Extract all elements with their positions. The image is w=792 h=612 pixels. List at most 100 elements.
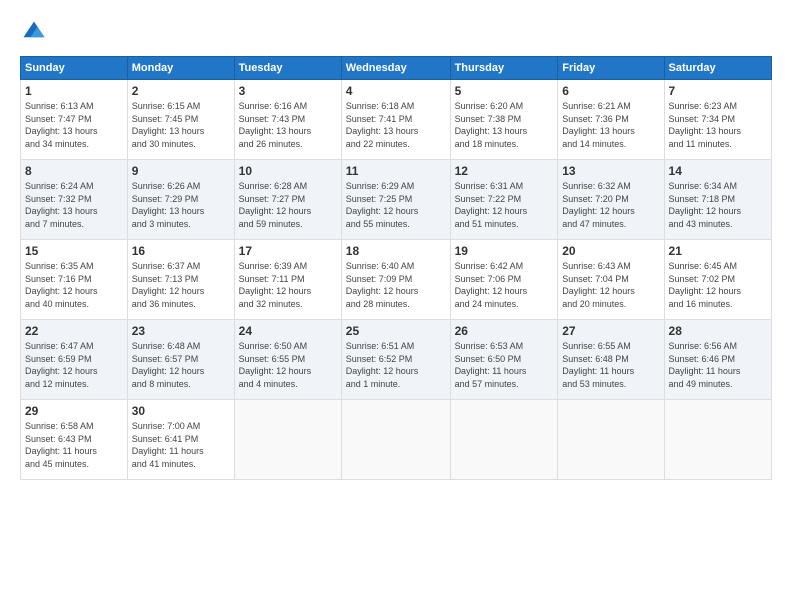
header bbox=[20, 18, 772, 46]
day-cell: 24 Sunrise: 6:50 AM Sunset: 6:55 PM Dayli… bbox=[234, 320, 341, 400]
day-number: 4 bbox=[346, 84, 446, 98]
day-number: 18 bbox=[346, 244, 446, 258]
day-cell: 29 Sunrise: 6:58 AM Sunset: 6:43 PM Dayli… bbox=[21, 400, 128, 480]
day-info: Sunrise: 6:40 AM Sunset: 7:09 PM Dayligh… bbox=[346, 260, 446, 310]
day-info: Sunrise: 6:55 AM Sunset: 6:48 PM Dayligh… bbox=[562, 340, 659, 390]
header-cell-wednesday: Wednesday bbox=[341, 57, 450, 80]
day-info: Sunrise: 6:42 AM Sunset: 7:06 PM Dayligh… bbox=[455, 260, 554, 310]
day-info: Sunrise: 6:13 AM Sunset: 7:47 PM Dayligh… bbox=[25, 100, 123, 150]
page: SundayMondayTuesdayWednesdayThursdayFrid… bbox=[0, 0, 792, 612]
day-info: Sunrise: 6:32 AM Sunset: 7:20 PM Dayligh… bbox=[562, 180, 659, 230]
day-cell: 2 Sunrise: 6:15 AM Sunset: 7:45 PM Daylig… bbox=[127, 80, 234, 160]
day-cell: 14 Sunrise: 6:34 AM Sunset: 7:18 PM Dayli… bbox=[664, 160, 771, 240]
day-cell: 22 Sunrise: 6:47 AM Sunset: 6:59 PM Dayli… bbox=[21, 320, 128, 400]
day-cell: 17Sunrise: 6:39 AM Sunset: 7:11 PM Dayli… bbox=[234, 240, 341, 320]
day-info: Sunrise: 7:00 AM Sunset: 6:41 PM Dayligh… bbox=[132, 420, 230, 470]
day-info: Sunrise: 6:39 AM Sunset: 7:11 PM Dayligh… bbox=[239, 260, 337, 310]
day-number: 5 bbox=[455, 84, 554, 98]
day-cell: 9 Sunrise: 6:26 AM Sunset: 7:29 PM Daylig… bbox=[127, 160, 234, 240]
calendar-body: 1 Sunrise: 6:13 AM Sunset: 7:47 PM Daylig… bbox=[21, 80, 772, 480]
day-cell: 25Sunrise: 6:51 AM Sunset: 6:52 PM Dayli… bbox=[341, 320, 450, 400]
week-row-1: 1 Sunrise: 6:13 AM Sunset: 7:47 PM Daylig… bbox=[21, 80, 772, 160]
day-number: 15 bbox=[25, 244, 123, 258]
week-row-4: 22 Sunrise: 6:47 AM Sunset: 6:59 PM Dayli… bbox=[21, 320, 772, 400]
day-number: 26 bbox=[455, 324, 554, 338]
day-number: 11 bbox=[346, 164, 446, 178]
day-cell bbox=[558, 400, 664, 480]
day-cell: 6 Sunrise: 6:21 AM Sunset: 7:36 PM Daylig… bbox=[558, 80, 664, 160]
header-cell-friday: Friday bbox=[558, 57, 664, 80]
day-number: 1 bbox=[25, 84, 123, 98]
day-info: Sunrise: 6:53 AM Sunset: 6:50 PM Dayligh… bbox=[455, 340, 554, 390]
day-number: 21 bbox=[669, 244, 767, 258]
day-cell: 1 Sunrise: 6:13 AM Sunset: 7:47 PM Daylig… bbox=[21, 80, 128, 160]
day-number: 25 bbox=[346, 324, 446, 338]
day-info: Sunrise: 6:15 AM Sunset: 7:45 PM Dayligh… bbox=[132, 100, 230, 150]
header-cell-sunday: Sunday bbox=[21, 57, 128, 80]
day-info: Sunrise: 6:34 AM Sunset: 7:18 PM Dayligh… bbox=[669, 180, 767, 230]
day-number: 23 bbox=[132, 324, 230, 338]
day-info: Sunrise: 6:58 AM Sunset: 6:43 PM Dayligh… bbox=[25, 420, 123, 470]
day-cell: 21 Sunrise: 6:45 AM Sunset: 7:02 PM Dayli… bbox=[664, 240, 771, 320]
day-cell: 23 Sunrise: 6:48 AM Sunset: 6:57 PM Dayli… bbox=[127, 320, 234, 400]
day-info: Sunrise: 6:45 AM Sunset: 7:02 PM Dayligh… bbox=[669, 260, 767, 310]
day-number: 2 bbox=[132, 84, 230, 98]
day-number: 20 bbox=[562, 244, 659, 258]
day-number: 3 bbox=[239, 84, 337, 98]
day-info: Sunrise: 6:48 AM Sunset: 6:57 PM Dayligh… bbox=[132, 340, 230, 390]
day-info: Sunrise: 6:28 AM Sunset: 7:27 PM Dayligh… bbox=[239, 180, 337, 230]
day-info: Sunrise: 6:18 AM Sunset: 7:41 PM Dayligh… bbox=[346, 100, 446, 150]
logo-icon bbox=[20, 18, 48, 46]
day-cell: 11Sunrise: 6:29 AM Sunset: 7:25 PM Dayli… bbox=[341, 160, 450, 240]
day-number: 29 bbox=[25, 404, 123, 418]
header-cell-saturday: Saturday bbox=[664, 57, 771, 80]
day-number: 6 bbox=[562, 84, 659, 98]
day-cell bbox=[234, 400, 341, 480]
day-info: Sunrise: 6:21 AM Sunset: 7:36 PM Dayligh… bbox=[562, 100, 659, 150]
day-info: Sunrise: 6:26 AM Sunset: 7:29 PM Dayligh… bbox=[132, 180, 230, 230]
day-info: Sunrise: 6:20 AM Sunset: 7:38 PM Dayligh… bbox=[455, 100, 554, 150]
day-number: 27 bbox=[562, 324, 659, 338]
day-number: 14 bbox=[669, 164, 767, 178]
calendar-table: SundayMondayTuesdayWednesdayThursdayFrid… bbox=[20, 56, 772, 480]
day-info: Sunrise: 6:43 AM Sunset: 7:04 PM Dayligh… bbox=[562, 260, 659, 310]
day-number: 30 bbox=[132, 404, 230, 418]
day-info: Sunrise: 6:24 AM Sunset: 7:32 PM Dayligh… bbox=[25, 180, 123, 230]
day-cell: 15 Sunrise: 6:35 AM Sunset: 7:16 PM Dayli… bbox=[21, 240, 128, 320]
day-cell bbox=[341, 400, 450, 480]
day-number: 28 bbox=[669, 324, 767, 338]
day-cell bbox=[664, 400, 771, 480]
week-row-5: 29 Sunrise: 6:58 AM Sunset: 6:43 PM Dayli… bbox=[21, 400, 772, 480]
day-number: 13 bbox=[562, 164, 659, 178]
day-info: Sunrise: 6:31 AM Sunset: 7:22 PM Dayligh… bbox=[455, 180, 554, 230]
header-cell-monday: Monday bbox=[127, 57, 234, 80]
day-number: 8 bbox=[25, 164, 123, 178]
week-row-2: 8 Sunrise: 6:24 AM Sunset: 7:32 PM Daylig… bbox=[21, 160, 772, 240]
week-row-3: 15 Sunrise: 6:35 AM Sunset: 7:16 PM Dayli… bbox=[21, 240, 772, 320]
day-info: Sunrise: 6:56 AM Sunset: 6:46 PM Dayligh… bbox=[669, 340, 767, 390]
day-cell: 12Sunrise: 6:31 AM Sunset: 7:22 PM Dayli… bbox=[450, 160, 558, 240]
day-cell: 19 Sunrise: 6:42 AM Sunset: 7:06 PM Dayli… bbox=[450, 240, 558, 320]
header-cell-thursday: Thursday bbox=[450, 57, 558, 80]
day-number: 22 bbox=[25, 324, 123, 338]
day-number: 9 bbox=[132, 164, 230, 178]
day-number: 24 bbox=[239, 324, 337, 338]
day-info: Sunrise: 6:37 AM Sunset: 7:13 PM Dayligh… bbox=[132, 260, 230, 310]
day-cell bbox=[450, 400, 558, 480]
day-cell: 5 Sunrise: 6:20 AM Sunset: 7:38 PM Daylig… bbox=[450, 80, 558, 160]
day-cell: 20 Sunrise: 6:43 AM Sunset: 7:04 PM Dayli… bbox=[558, 240, 664, 320]
day-info: Sunrise: 6:23 AM Sunset: 7:34 PM Dayligh… bbox=[669, 100, 767, 150]
day-cell: 30 Sunrise: 7:00 AM Sunset: 6:41 PM Dayli… bbox=[127, 400, 234, 480]
day-info: Sunrise: 6:50 AM Sunset: 6:55 PM Dayligh… bbox=[239, 340, 337, 390]
day-cell: 26 Sunrise: 6:53 AM Sunset: 6:50 PM Dayli… bbox=[450, 320, 558, 400]
day-info: Sunrise: 6:35 AM Sunset: 7:16 PM Dayligh… bbox=[25, 260, 123, 310]
day-cell: 3 Sunrise: 6:16 AM Sunset: 7:43 PM Daylig… bbox=[234, 80, 341, 160]
day-cell: 13 Sunrise: 6:32 AM Sunset: 7:20 PM Dayli… bbox=[558, 160, 664, 240]
day-number: 10 bbox=[239, 164, 337, 178]
day-number: 19 bbox=[455, 244, 554, 258]
calendar-header: SundayMondayTuesdayWednesdayThursdayFrid… bbox=[21, 57, 772, 80]
day-info: Sunrise: 6:16 AM Sunset: 7:43 PM Dayligh… bbox=[239, 100, 337, 150]
day-number: 7 bbox=[669, 84, 767, 98]
day-cell: 10 Sunrise: 6:28 AM Sunset: 7:27 PM Dayli… bbox=[234, 160, 341, 240]
day-info: Sunrise: 6:47 AM Sunset: 6:59 PM Dayligh… bbox=[25, 340, 123, 390]
